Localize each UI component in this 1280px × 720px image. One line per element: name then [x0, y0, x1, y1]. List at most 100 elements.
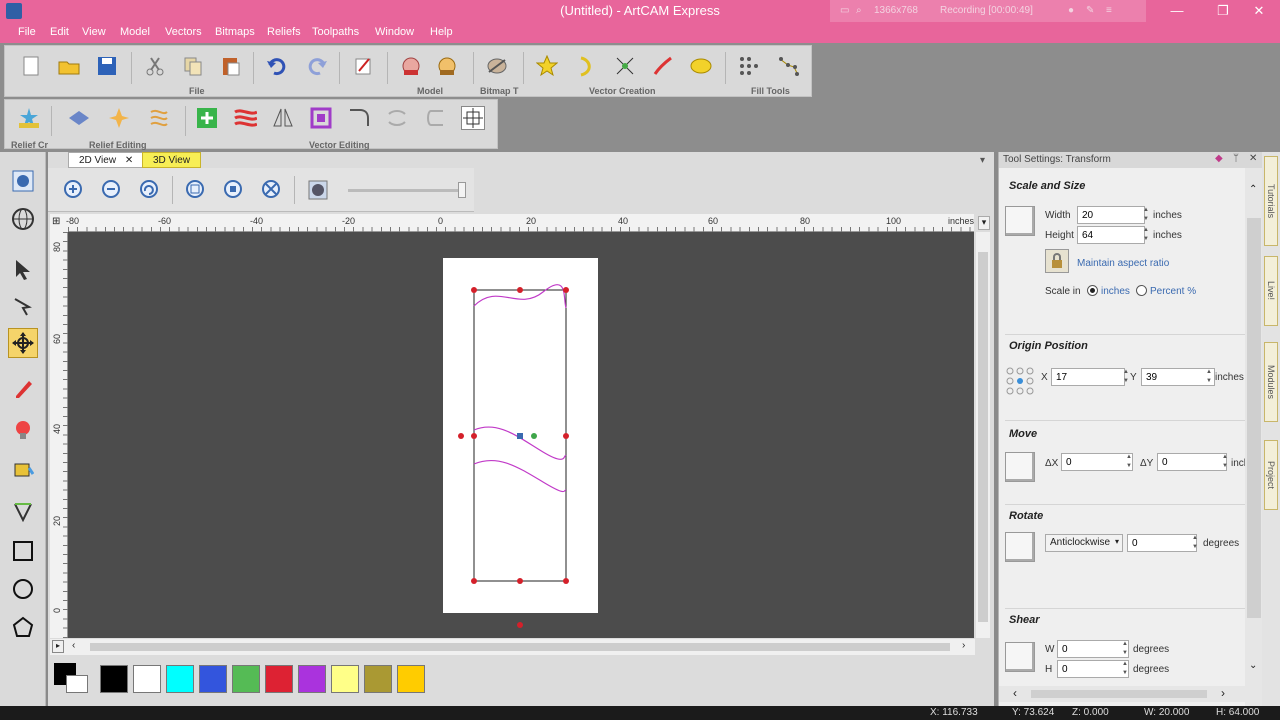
- menu-model[interactable]: Model: [120, 26, 150, 38]
- fillet-vectors-icon[interactable]: [347, 106, 371, 130]
- scale-handle[interactable]: [471, 433, 477, 439]
- rotate-angle-spinner[interactable]: ▲ ▼: [1191, 534, 1199, 552]
- delta-x-spinner[interactable]: ▲ ▼: [1125, 453, 1133, 471]
- origin-y-input[interactable]: [1141, 368, 1215, 386]
- zoom-in-icon[interactable]: [62, 178, 86, 202]
- freehand-vector-icon[interactable]: [651, 54, 675, 78]
- vertical-scroll-thumb[interactable]: [978, 252, 988, 622]
- delta-y-input[interactable]: [1157, 453, 1227, 471]
- scale-handle[interactable]: [517, 578, 523, 584]
- radio-inches[interactable]: [1087, 285, 1098, 296]
- bezier-nodes-icon[interactable]: [613, 54, 637, 78]
- scale-handle[interactable]: [471, 578, 477, 584]
- paint-bucket-icon[interactable]: [8, 454, 38, 484]
- menu-help[interactable]: Help: [430, 26, 453, 38]
- rotate-handle[interactable]: [458, 433, 464, 439]
- panel-hscroll-thumb[interactable]: [1031, 690, 1207, 698]
- chamfer-vectors-icon[interactable]: [385, 106, 409, 130]
- panel-close-icon[interactable]: ✕: [1249, 153, 1257, 164]
- model-dimensions-icon[interactable]: [399, 54, 423, 78]
- trim-vectors-icon[interactable]: [423, 106, 447, 130]
- fill-path-icon[interactable]: [777, 54, 801, 78]
- menu-toolpaths[interactable]: Toolpaths: [312, 26, 359, 38]
- scale-handle[interactable]: [471, 287, 477, 293]
- copy-icon[interactable]: [181, 54, 205, 78]
- height-spinner[interactable]: ▲ ▼: [1142, 226, 1150, 244]
- scroll-expand-icon[interactable]: ▸: [52, 640, 64, 653]
- panel-scroll-down-icon[interactable]: ⌄: [1249, 660, 1257, 671]
- 3d-view-globe-icon[interactable]: [8, 204, 38, 234]
- panel-options-icon[interactable]: ◆: [1215, 153, 1223, 164]
- color-swatch[interactable]: [232, 665, 260, 693]
- fill-grid-icon[interactable]: [737, 54, 761, 78]
- node-edit-icon[interactable]: [8, 292, 38, 322]
- restore-button[interactable]: ❐: [1208, 0, 1238, 22]
- mirror-vectors-icon[interactable]: [271, 106, 295, 130]
- color-swatch[interactable]: [133, 665, 161, 693]
- panel-scroll-up-icon[interactable]: ⌃: [1249, 184, 1257, 195]
- undo-icon[interactable]: [265, 54, 289, 78]
- vector-wave-bottom[interactable]: [473, 459, 567, 493]
- new-file-icon[interactable]: [19, 54, 43, 78]
- shear-w-spinner[interactable]: ▲ ▼: [1121, 640, 1129, 658]
- view-slider-track[interactable]: [348, 189, 464, 192]
- menu-reliefs[interactable]: Reliefs: [267, 26, 301, 38]
- paint-brush-icon[interactable]: [8, 414, 38, 444]
- polyline-vector-icon[interactable]: [689, 54, 713, 78]
- delta-y-spinner[interactable]: ▲ ▼: [1221, 453, 1229, 471]
- scale-handle[interactable]: [563, 287, 569, 293]
- arc-vector-icon[interactable]: [575, 54, 599, 78]
- rotate-angle-input[interactable]: [1127, 534, 1197, 552]
- panel-hscrollbar[interactable]: ‹ ›: [999, 686, 1245, 702]
- menu-vectors[interactable]: Vectors: [165, 26, 202, 38]
- horizontal-scroll-thumb[interactable]: [90, 643, 950, 651]
- aspect-lock-icon[interactable]: [1045, 249, 1069, 273]
- color-swatch[interactable]: [298, 665, 326, 693]
- panel-scroll-left-icon[interactable]: ‹: [1013, 686, 1017, 700]
- center-handle[interactable]: [517, 433, 523, 439]
- relief-create-icon[interactable]: [17, 106, 41, 130]
- relief-offset-icon[interactable]: [147, 106, 171, 130]
- menu-edit[interactable]: Edit: [50, 26, 69, 38]
- color-swatch[interactable]: [199, 665, 227, 693]
- scale-icon[interactable]: [1005, 206, 1035, 236]
- scroll-right-icon[interactable]: ›: [962, 640, 965, 651]
- secondary-color-swatch[interactable]: [66, 675, 88, 693]
- bitmap-to-vector-icon[interactable]: [485, 54, 509, 78]
- origin-handle[interactable]: [531, 433, 537, 439]
- close-button[interactable]: ✕: [1244, 0, 1274, 22]
- model-resolution-icon[interactable]: [435, 54, 459, 78]
- zoom-extents-icon[interactable]: [184, 178, 208, 202]
- origin-x-spinner[interactable]: ▲ ▼: [1122, 368, 1130, 386]
- rotate-direction-select[interactable]: Anticlockwise ▾: [1045, 534, 1123, 552]
- rotate-handle[interactable]: [517, 622, 523, 628]
- shear-h-spinner[interactable]: ▲ ▼: [1121, 660, 1129, 678]
- close-tab-icon[interactable]: ✕: [125, 155, 133, 166]
- origin-y-spinner[interactable]: ▲ ▼: [1205, 368, 1213, 386]
- ruler-units-dropdown[interactable]: ▾: [978, 216, 990, 230]
- rotate-icon[interactable]: [1005, 532, 1035, 562]
- rectangle-tool-icon[interactable]: [8, 536, 38, 566]
- minimize-button[interactable]: —: [1162, 0, 1192, 22]
- color-swatch[interactable]: [397, 665, 425, 693]
- side-tab-tutorials[interactable]: Tutorials: [1264, 156, 1278, 246]
- radio-percent[interactable]: [1136, 285, 1147, 296]
- zoom-out-icon[interactable]: [100, 178, 124, 202]
- notes-icon[interactable]: [351, 54, 375, 78]
- menu-file[interactable]: File: [18, 26, 36, 38]
- relief-sculpt-icon[interactable]: [107, 106, 131, 130]
- open-folder-icon[interactable]: [57, 54, 81, 78]
- save-icon[interactable]: [95, 54, 119, 78]
- vertical-scrollbar[interactable]: [976, 232, 990, 638]
- polygon-tool-icon[interactable]: [8, 612, 38, 642]
- color-swatch[interactable]: [265, 665, 293, 693]
- pin-icon[interactable]: ᛘ: [1233, 153, 1239, 164]
- paste-icon[interactable]: [219, 54, 243, 78]
- star-vector-icon[interactable]: [535, 54, 559, 78]
- panel-scroll-thumb[interactable]: [1247, 218, 1261, 618]
- maintain-aspect-link[interactable]: Maintain aspect ratio: [1077, 258, 1169, 269]
- shear-h-input[interactable]: [1057, 660, 1129, 678]
- tabs-dropdown-icon[interactable]: ▾: [980, 155, 985, 166]
- weld-vectors-icon[interactable]: [233, 106, 257, 130]
- menu-bitmaps[interactable]: Bitmaps: [215, 26, 255, 38]
